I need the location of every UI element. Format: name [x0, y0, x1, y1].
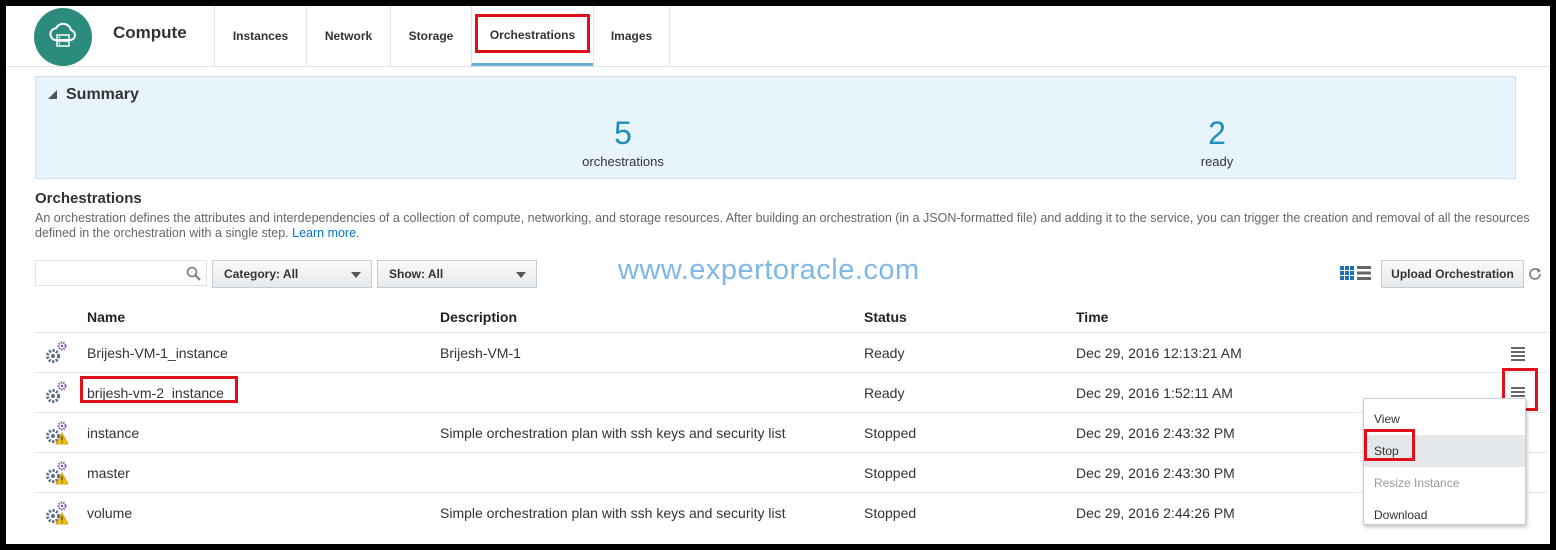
column-header-name[interactable]: Name [87, 309, 125, 325]
column-header-status[interactable]: Status [864, 309, 907, 325]
ready-count: 2 [1208, 115, 1226, 151]
column-header-description[interactable]: Description [440, 309, 517, 325]
learn-more-link[interactable]: Learn more. [292, 226, 359, 240]
row-name[interactable]: brijesh-vm-2_instance [87, 385, 224, 401]
menu-item-view[interactable]: View [1364, 403, 1525, 435]
show-select-value: Show: All [389, 267, 444, 281]
row-status: Stopped [864, 425, 917, 441]
description-text: An orchestration defines the attributes … [35, 211, 1530, 240]
row-name[interactable]: volume [87, 505, 132, 521]
grid-list-view-icon[interactable] [1340, 266, 1372, 280]
tab-network[interactable]: Network [306, 6, 390, 66]
upload-orchestration-button[interactable]: Upload Orchestration [1381, 260, 1524, 288]
row-actions-menu-icon[interactable] [1511, 347, 1525, 363]
row-name[interactable]: instance [87, 425, 139, 441]
table-row[interactable]: Brijesh-VM-1_instance Brijesh-VM-1 Ready… [35, 333, 1548, 373]
search-icon[interactable] [186, 266, 201, 281]
app-title: Compute [113, 23, 187, 42]
tab-images[interactable]: Images [593, 6, 670, 66]
table-row[interactable]: master Stopped Dec 29, 2016 2:43:30 PM [35, 453, 1548, 493]
table-row[interactable]: instance Simple orchestration plan with … [35, 413, 1548, 453]
row-status: Stopped [864, 505, 917, 521]
category-select[interactable]: Category: All [212, 260, 372, 288]
search-input[interactable] [35, 260, 207, 286]
gears-icon [46, 341, 67, 363]
row-name[interactable]: master [87, 465, 130, 481]
row-status: Ready [864, 345, 905, 361]
orchestrations-count-label: orchestrations [582, 154, 664, 169]
top-header: Compute Instances Network Storage Orches… [6, 6, 1550, 67]
row-time: Dec 29, 2016 2:43:32 PM [1076, 425, 1235, 441]
watermark-text: www.expertoracle.com [618, 254, 920, 286]
row-context-menu: View Stop Resize Instance Download [1363, 398, 1526, 525]
gears-icon [46, 381, 67, 403]
row-name[interactable]: Brijesh-VM-1_instance [87, 345, 228, 361]
table-row[interactable]: volume Simple orchestration plan with ss… [35, 493, 1548, 533]
gears-warning-icon [46, 501, 69, 525]
chevron-down-icon [351, 272, 361, 278]
refresh-icon[interactable] [1528, 267, 1542, 281]
section-title: Orchestrations [35, 190, 142, 207]
tab-storage[interactable]: Storage [390, 6, 471, 66]
row-time: Dec 29, 2016 2:43:30 PM [1076, 465, 1235, 481]
tab-instances[interactable]: Instances [214, 6, 306, 66]
row-description: Simple orchestration plan with ssh keys … [440, 505, 786, 521]
nav-tabs: Instances Network Storage Orchestrations… [214, 6, 670, 66]
cloud-server-icon [49, 22, 76, 47]
row-status: Stopped [864, 465, 917, 481]
column-header-time[interactable]: Time [1076, 309, 1108, 325]
summary-panel: Summary 5 orchestrations 2 ready [35, 76, 1516, 179]
collapse-triangle-icon[interactable] [48, 90, 57, 99]
chevron-down-icon [516, 272, 526, 278]
category-select-value: Category: All [224, 267, 299, 281]
row-description: Simple orchestration plan with ssh keys … [440, 425, 786, 441]
menu-item-download[interactable]: Download [1364, 499, 1525, 531]
menu-item-resize-instance: Resize Instance [1374, 476, 1460, 490]
gears-warning-icon [46, 421, 69, 445]
tab-orchestrations[interactable]: Orchestrations [471, 6, 593, 66]
table-row[interactable]: brijesh-vm-2_instance Ready Dec 29, 2016… [35, 373, 1548, 413]
summary-title: Summary [66, 86, 139, 103]
compute-logo[interactable] [34, 8, 92, 66]
ready-count-label: ready [1200, 154, 1234, 169]
gears-warning-icon [46, 461, 69, 485]
orchestrations-count: 5 [614, 115, 632, 151]
menu-item-stop[interactable]: Stop [1364, 435, 1525, 467]
row-time: Dec 29, 2016 12:13:21 AM [1076, 345, 1242, 361]
row-status: Ready [864, 385, 905, 401]
row-time: Dec 29, 2016 1:52:11 AM [1076, 385, 1233, 401]
row-description: Brijesh-VM-1 [440, 345, 521, 361]
section-description: An orchestration defines the attributes … [35, 211, 1547, 241]
row-time: Dec 29, 2016 2:44:26 PM [1076, 505, 1235, 521]
show-select[interactable]: Show: All [377, 260, 537, 288]
